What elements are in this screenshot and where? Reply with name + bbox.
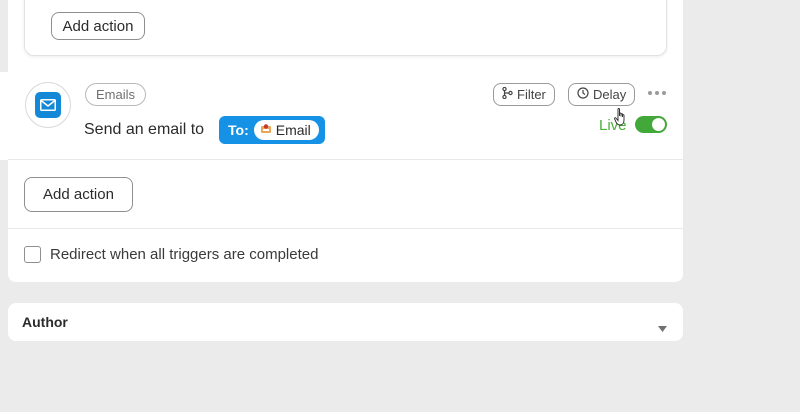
filter-button[interactable]: Filter — [493, 83, 555, 106]
envelope-icon — [35, 92, 61, 118]
previous-action-card: Add action — [24, 0, 667, 56]
divider — [8, 228, 683, 229]
redirect-label: Redirect when all triggers are completed — [50, 246, 319, 263]
redirect-option[interactable]: Redirect when all triggers are completed — [24, 246, 318, 263]
clock-icon — [577, 87, 589, 102]
recipient-chip[interactable]: To: Email — [219, 116, 325, 144]
filter-label: Filter — [517, 87, 546, 102]
hand-cursor-icon — [614, 108, 628, 133]
to-label: To: — [228, 122, 249, 138]
delay-button[interactable]: Delay — [568, 83, 636, 106]
add-action-button[interactable]: Add action — [24, 177, 133, 212]
email-avatar-icon — [260, 122, 272, 138]
email-chip-label: Email — [275, 122, 311, 138]
email-variable-chip[interactable]: Email — [253, 120, 319, 140]
email-action-row: Emails Send an email to To: Email Filter… — [8, 72, 683, 160]
author-section[interactable]: Author — [8, 303, 683, 341]
toggle-knob — [652, 118, 665, 131]
more-dots-icon[interactable] — [648, 91, 666, 95]
app-tag: Emails — [85, 83, 147, 106]
filter-branch-icon — [502, 86, 513, 102]
redirect-checkbox[interactable] — [24, 246, 41, 263]
delay-label: Delay — [593, 87, 627, 102]
caret-down-icon[interactable] — [658, 319, 667, 337]
add-action-button-top[interactable]: Add action — [51, 12, 145, 40]
app-icon-badge — [25, 82, 71, 128]
author-title: Author — [22, 314, 68, 330]
live-toggle[interactable] — [635, 116, 667, 133]
action-description: Send an email to — [84, 121, 205, 138]
